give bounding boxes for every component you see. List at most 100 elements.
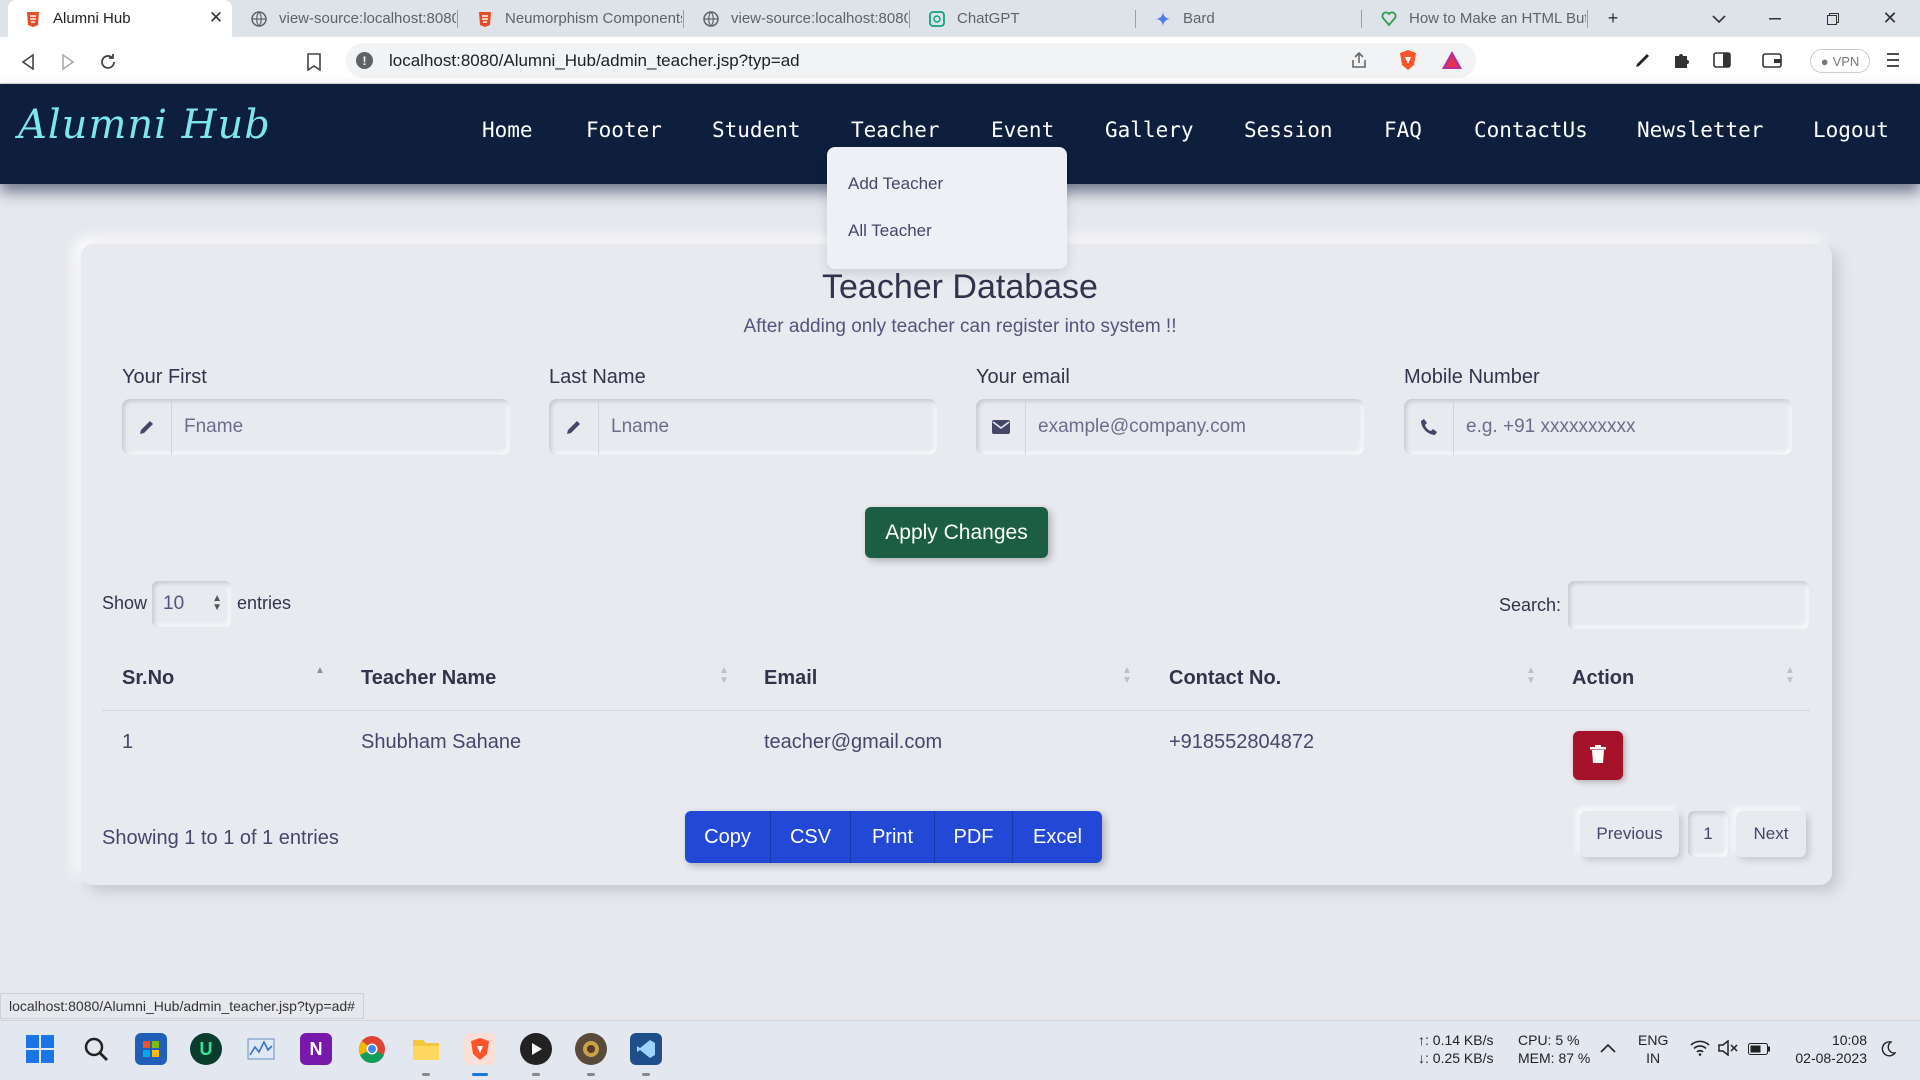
- entries-label: entries: [237, 593, 292, 613]
- extensions-puzzle-icon[interactable]: [1668, 47, 1694, 73]
- windows-start-icon[interactable]: [24, 1033, 56, 1065]
- nav-faq[interactable]: FAQ: [1384, 118, 1422, 142]
- show-label: Show: [102, 593, 148, 613]
- entries-select[interactable]: 10 ▲ ▼: [152, 581, 231, 627]
- battery-icon[interactable]: [1748, 1041, 1770, 1059]
- pdf-button[interactable]: PDF: [935, 811, 1013, 863]
- col-email[interactable]: Email: [764, 667, 817, 690]
- tab-chatgpt[interactable]: ChatGPT: [912, 0, 1134, 37]
- sort-icon[interactable]: ▲ ▼: [719, 666, 729, 686]
- tab-view-source-2[interactable]: view-source:localhost:8080: [686, 0, 908, 37]
- search-input[interactable]: [1568, 581, 1809, 629]
- tab-bard[interactable]: Bard: [1138, 0, 1360, 37]
- brave-browser-icon[interactable]: [464, 1033, 496, 1065]
- menu-item-all-teacher[interactable]: All Teacher: [848, 221, 932, 241]
- close-tab-icon[interactable]: ✕: [206, 8, 226, 28]
- col-srno[interactable]: Sr.No: [122, 667, 174, 690]
- pencil-icon: [122, 399, 172, 455]
- mobile-input[interactable]: [1454, 399, 1792, 455]
- search-icon[interactable]: [80, 1033, 112, 1065]
- nav-gallery[interactable]: Gallery: [1105, 118, 1194, 142]
- monitor-chart-icon[interactable]: [245, 1033, 277, 1065]
- back-arrow-icon[interactable]: [13, 47, 43, 77]
- email-input[interactable]: [1026, 399, 1364, 455]
- page-1-button[interactable]: 1: [1688, 811, 1728, 857]
- col-contact[interactable]: Contact No.: [1169, 667, 1281, 690]
- clock[interactable]: 10:08 02-08-2023: [1787, 1031, 1867, 1067]
- new-tab-button[interactable]: +: [1590, 0, 1636, 37]
- tab-view-source-1[interactable]: view-source:localhost:8080: [234, 0, 456, 37]
- brave-shield-icon[interactable]: [1395, 47, 1421, 73]
- cpu-usage: CPU: 5 %: [1518, 1032, 1580, 1048]
- forward-arrow-icon[interactable]: [53, 47, 83, 77]
- previous-button[interactable]: Previous: [1580, 811, 1679, 857]
- address-bar[interactable]: ! localhost:8080/Alumni_Hub/admin_teache…: [346, 43, 1476, 78]
- restore-button[interactable]: [1810, 0, 1856, 37]
- menu-item-add-teacher[interactable]: Add Teacher: [848, 174, 943, 194]
- close-window-button[interactable]: ✕: [1867, 0, 1913, 37]
- network-speed-readout: ↑: 0.14 KB/s ↓: 0.25 KB/s: [1418, 1031, 1493, 1067]
- file-explorer-icon[interactable]: [410, 1033, 442, 1065]
- col-action[interactable]: Action: [1572, 667, 1634, 690]
- last-name-input[interactable]: [599, 399, 937, 455]
- site-info-icon[interactable]: !: [356, 52, 373, 69]
- language-indicator[interactable]: ENG IN: [1638, 1031, 1668, 1067]
- tab-search-chevron-icon[interactable]: [1696, 0, 1742, 37]
- teacher-dropdown-menu: Add Teacher All Teacher: [827, 147, 1067, 269]
- show-hidden-chevron-icon[interactable]: [1600, 1039, 1616, 1057]
- store-icon[interactable]: [135, 1033, 167, 1065]
- nav-event[interactable]: Event: [991, 118, 1054, 142]
- excel-button[interactable]: Excel: [1013, 811, 1102, 863]
- vscode-like-icon[interactable]: [630, 1033, 662, 1065]
- copy-button[interactable]: Copy: [685, 811, 771, 863]
- table-divider: [102, 710, 1810, 711]
- html-logo-icon: [24, 10, 42, 28]
- apply-changes-button[interactable]: Apply Changes: [865, 507, 1048, 558]
- media-player-icon[interactable]: [520, 1033, 552, 1065]
- vpn-button[interactable]: ● VPN: [1810, 49, 1870, 73]
- nav-contactus[interactable]: ContactUs: [1474, 118, 1588, 142]
- wifi-icon[interactable]: [1690, 1040, 1710, 1060]
- onenote-icon[interactable]: N: [300, 1033, 332, 1065]
- wallet-icon[interactable]: [1759, 47, 1785, 73]
- volume-muted-icon[interactable]: [1718, 1039, 1738, 1060]
- col-teacher-name[interactable]: Teacher Name: [361, 667, 496, 690]
- nav-newsletter[interactable]: Newsletter: [1637, 118, 1763, 142]
- menu-icon[interactable]: [1880, 47, 1906, 73]
- brave-rewards-icon[interactable]: [1439, 47, 1465, 73]
- reload-icon[interactable]: [93, 47, 123, 77]
- teacher-database-card: [81, 244, 1832, 885]
- sort-asc-icon[interactable]: ▲: [315, 666, 325, 676]
- last-name-field: [549, 399, 937, 455]
- clock-date: 02-08-2023: [1795, 1050, 1867, 1066]
- sort-icon[interactable]: ▲ ▼: [1785, 666, 1795, 686]
- cell-contact: +918552804872: [1169, 731, 1315, 753]
- nav-home[interactable]: Home: [482, 118, 533, 142]
- tab-html-button[interactable]: How to Make an HTML Butt: [1364, 0, 1586, 37]
- nav-teacher[interactable]: Teacher: [851, 118, 940, 142]
- minimize-button[interactable]: [1752, 0, 1798, 37]
- nav-links: Home Footer Student Teacher Event Galler…: [0, 118, 1920, 148]
- csv-button[interactable]: CSV: [771, 811, 851, 863]
- chrome-icon[interactable]: [356, 1033, 388, 1065]
- pen-tool-icon[interactable]: [1630, 47, 1656, 73]
- delete-button[interactable]: [1573, 731, 1623, 780]
- first-name-input[interactable]: [172, 399, 510, 455]
- next-button[interactable]: Next: [1736, 811, 1806, 857]
- sort-icon[interactable]: ▲ ▼: [1526, 666, 1536, 686]
- upwork-icon[interactable]: U: [190, 1033, 222, 1065]
- game-app-icon[interactable]: [575, 1033, 607, 1065]
- print-button[interactable]: Print: [851, 811, 935, 863]
- tab-neumorphism[interactable]: Neumorphism Components: [460, 0, 682, 37]
- nav-logout[interactable]: Logout: [1813, 118, 1889, 142]
- phone-icon: [1404, 399, 1454, 455]
- bookmark-icon[interactable]: [299, 47, 329, 77]
- notifications-moon-icon[interactable]: [1880, 1041, 1897, 1061]
- share-icon[interactable]: [1346, 47, 1372, 73]
- tab-alumni-hub[interactable]: Alumni Hub ✕: [8, 0, 232, 37]
- nav-footer[interactable]: Footer: [586, 118, 662, 142]
- sort-icon[interactable]: ▲ ▼: [1122, 666, 1132, 686]
- sidebar-icon[interactable]: [1709, 47, 1735, 73]
- nav-session[interactable]: Session: [1244, 118, 1333, 142]
- nav-student[interactable]: Student: [712, 118, 801, 142]
